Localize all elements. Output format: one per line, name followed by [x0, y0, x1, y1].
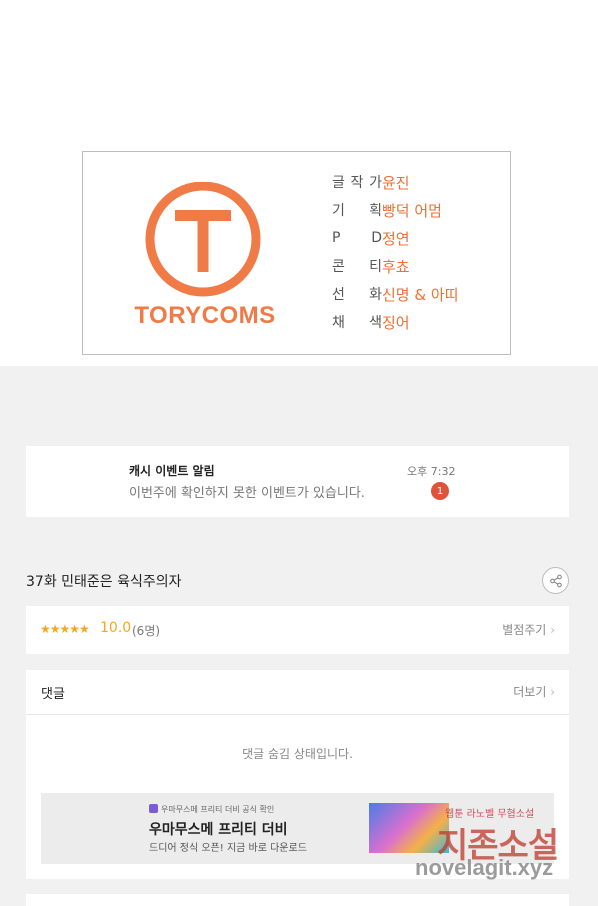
credit-name: 정연 [382, 229, 410, 248]
credit-role: PD [332, 230, 382, 246]
credit-row-pd: PD 정연 [332, 226, 410, 250]
cash-event-notice[interactable]: 캐시 이벤트 알림 이번주에 확인하지 못한 이벤트가 있습니다. 오후 7:3… [26, 446, 569, 517]
share-button[interactable] [542, 567, 569, 594]
rating-votes: (6명) [132, 624, 161, 638]
credit-row-lineart: 선화 신명 & 아띠 [332, 282, 458, 306]
star-rating: ★★★★★ [40, 622, 90, 636]
logo-wordmark: TORYCOMS [134, 302, 276, 329]
torycoms-logo [145, 182, 261, 297]
credit-name: 징어 [382, 313, 410, 332]
rating-card: ★★★★★ 10.0 (6명) 별점주기 › [26, 606, 569, 654]
credit-row-writer: 글작가 윤진 [332, 170, 410, 194]
next-section-card [26, 894, 569, 906]
credit-role: 선화 [332, 287, 382, 303]
credit-row-planning: 기획 빵덕 어멈 [332, 198, 442, 222]
credit-name: 신명 & 아띠 [382, 285, 459, 304]
comments-more-button[interactable]: 더보기 › [513, 683, 555, 700]
top-area: TORYCOMS 글작가 윤진 기획 빵덕 어멈 PD 정연 콘티 후쵸 선 화… [0, 0, 598, 366]
rating-score: 10.0 [100, 620, 132, 636]
watermark: 웹툰 라노벨 무협소설 지존소설 novelagit.xyz [415, 800, 595, 890]
ad-title: 우마무스메 프리티 더비 [149, 822, 288, 838]
ad-small-text: 우마무스메 프리티 더비 공식 확인 [149, 804, 274, 815]
credit-row-coloring: 채색 징어 [332, 310, 410, 334]
share-icon [549, 574, 562, 587]
notice-body: 이번주에 확인하지 못한 이벤트가 있습니다. [129, 486, 365, 501]
chevron-right-icon: › [550, 685, 555, 699]
ad-subtitle: 드디어 정식 오픈! 지금 바로 다운로드 [149, 843, 307, 854]
notice-time: 오후 7:32 [407, 465, 456, 478]
notice-title: 캐시 이벤트 알림 [129, 464, 215, 478]
chevron-right-icon: › [550, 623, 555, 637]
credit-row-storyboard: 콘티 후쵸 [332, 254, 410, 278]
credit-role: 기획 [332, 203, 382, 219]
comments-hidden-message: 댓글 숨김 상태입니다. [242, 747, 353, 761]
credit-role: 콘티 [332, 259, 382, 275]
episode-title: 37화 민태준은 육식주의자 [26, 574, 182, 590]
credit-name: 후쵸 [382, 257, 410, 276]
comments-title: 댓글 [41, 687, 65, 702]
comments-header: 댓글 더보기 › [26, 670, 569, 715]
game-icon [149, 804, 158, 813]
credit-role: 채색 [332, 315, 382, 331]
credit-role: 글작가 [332, 175, 382, 191]
credit-name: 윤진 [382, 173, 410, 192]
rate-button[interactable]: 별점주기 › [502, 621, 555, 638]
notice-count-badge: 1 [431, 482, 449, 500]
watermark-url: novelagit.xyz [415, 855, 554, 880]
credit-name: 빵덕 어멈 [382, 201, 442, 220]
credits-card: TORYCOMS 글작가 윤진 기획 빵덕 어멈 PD 정연 콘티 후쵸 선 화… [82, 151, 511, 355]
